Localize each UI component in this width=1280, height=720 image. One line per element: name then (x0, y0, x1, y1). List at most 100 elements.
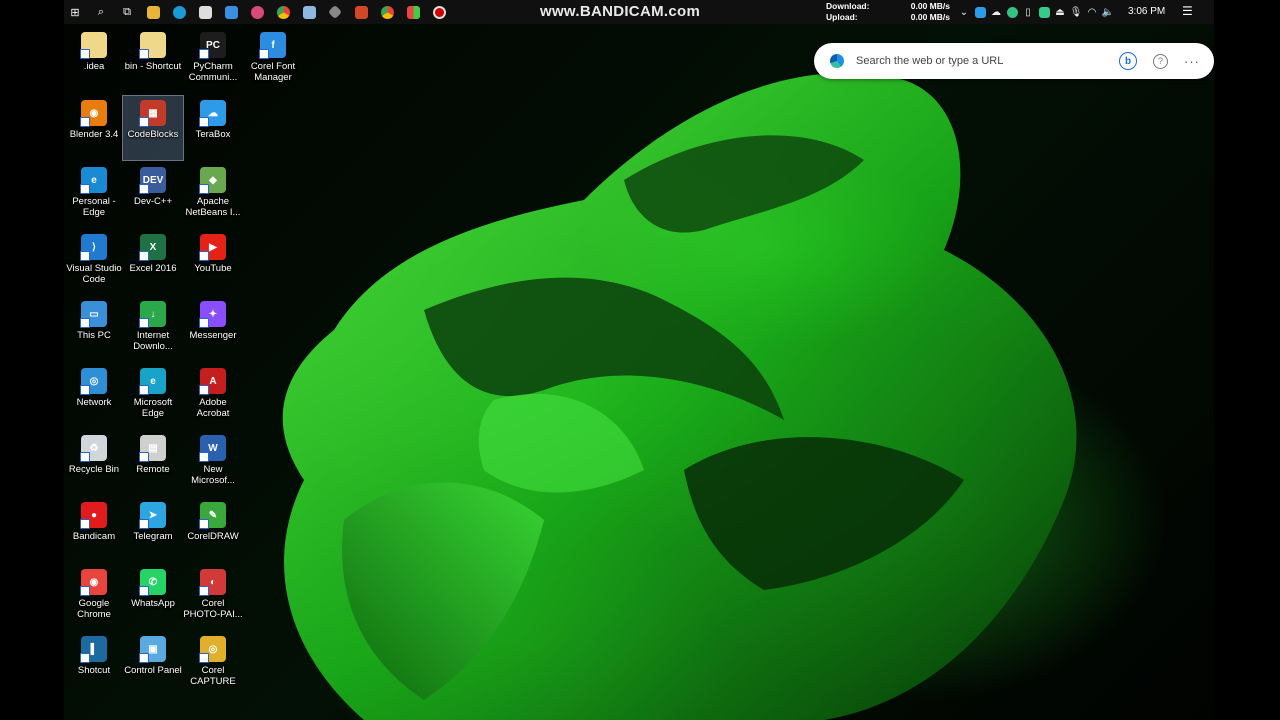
search-placeholder[interactable]: Search the web or type a URL (856, 55, 1119, 67)
desktop-icon-label: Telegram (133, 531, 173, 542)
desktop-icon[interactable]: f Corel Font Manager (243, 28, 303, 92)
desktop-icon[interactable]: bin - Shortcut (123, 28, 183, 92)
app-icon: ▣ (139, 636, 166, 663)
app-icon: ✆ (139, 569, 166, 596)
desktop-icon[interactable]: ▦ CodeBlocks (122, 95, 184, 161)
desktop-icon[interactable]: ⟩ Visual Studio Code (64, 230, 124, 294)
desktop-icon-label: Bandicam (72, 531, 116, 542)
desktop-icon-label: Control Panel (124, 665, 182, 676)
desktop-icon[interactable]: ◉ Google Chrome (64, 565, 124, 629)
desktop-icon-label: Blender 3.4 (69, 129, 119, 140)
cloud-icon[interactable]: ☁ (988, 0, 1004, 24)
app-icon: X (139, 234, 166, 261)
edge-icon[interactable] (168, 0, 190, 24)
file-explorer-icon[interactable] (142, 0, 164, 24)
desktop-icon[interactable]: ● Bandicam (64, 498, 124, 562)
desktop-icon[interactable]: ➤ Telegram (123, 498, 183, 562)
desktop-icon-label: bin - Shortcut (124, 61, 182, 72)
app-icon: ☁ (199, 100, 226, 127)
desktop-icon-label: YouTube (194, 263, 232, 274)
app-icon: ◉ (80, 569, 107, 596)
grid-icon[interactable] (402, 0, 424, 24)
chrome-alt-icon[interactable] (376, 0, 398, 24)
desktop-icon-label: This PC (77, 330, 111, 341)
powerpoint-icon[interactable] (350, 0, 372, 24)
desktop-icon[interactable]: ☁ TeraBox (183, 96, 243, 160)
desktop-icon[interactable]: ✎ CorelDRAW (183, 498, 243, 562)
record-icon[interactable] (428, 0, 450, 24)
desktop-icon[interactable]: ♻ Recycle Bin (64, 431, 124, 495)
desktop-icon-label: Apache NetBeans I... (185, 196, 241, 218)
desktop-icon[interactable]: ↓ Internet Downlo... (123, 297, 183, 361)
desktop-icon-label: Google Chrome (77, 598, 111, 620)
bing-chat-icon[interactable]: b (1119, 52, 1137, 70)
photos-icon[interactable] (298, 0, 320, 24)
app-icon: e (139, 368, 166, 395)
app-icon: f (259, 32, 286, 59)
desktop-icon[interactable]: ✆ WhatsApp (123, 565, 183, 629)
app-icon (139, 32, 166, 59)
desktop-icon[interactable]: PC PyCharm Communi... (183, 28, 243, 92)
system-tray: ⌄ ☁ ▯ ⏏ 🎙 ◠ 🔈 (956, 0, 1116, 24)
phone-icon[interactable]: ▯ (1020, 0, 1036, 24)
windows-start-icon[interactable]: ⊞ (64, 0, 86, 24)
desktop-icon[interactable]: e Personal - Edge (64, 163, 124, 227)
volume-icon[interactable]: 🔈 (1100, 0, 1116, 24)
git-icon[interactable] (324, 0, 346, 24)
chevron-up-icon[interactable]: ⌄ (956, 0, 972, 24)
desktop-icon-label: Excel 2016 (129, 263, 177, 274)
desktop-icon[interactable]: ◉ Blender 3.4 (64, 96, 124, 160)
search-icon[interactable]: ⌕ (90, 0, 112, 24)
desktop-icon-label: Corel CAPTURE (190, 665, 236, 687)
wifi-icon[interactable]: ◠ (1084, 0, 1100, 24)
help-icon[interactable]: ? (1153, 53, 1168, 69)
desktop-icon[interactable]: ◎ Corel CAPTURE (183, 632, 243, 696)
desktop-icon[interactable]: ◐ Corel PHOTO-PAI... (183, 565, 243, 629)
desktop-icon[interactable]: ▶ YouTube (183, 230, 243, 294)
desktop-icon[interactable]: ◆ Apache NetBeans I... (183, 163, 243, 227)
app-icon: ◐ (199, 569, 226, 596)
download-label: Download: (826, 1, 870, 11)
task-view-icon[interactable]: ⧉ (116, 0, 138, 24)
desktop-icon[interactable]: A Adobe Acrobat (183, 364, 243, 428)
usb-icon[interactable]: ⏏ (1052, 0, 1068, 24)
notification-center-icon[interactable]: ☰ (1182, 4, 1193, 18)
tray-app-icon[interactable] (972, 0, 988, 24)
microphone-icon[interactable]: 🎙 (1068, 0, 1084, 24)
desktop-icon-label: Adobe Acrobat (196, 397, 230, 419)
desktop: ⊞ ⌕ ⧉ www.BANDICAM.com Download: 0.00 MB… (64, 0, 1214, 720)
desktop-icon[interactable]: e Microsoft Edge (123, 364, 183, 428)
app-icon: ➤ (139, 502, 166, 529)
desktop-icon-label: Recycle Bin (68, 464, 120, 475)
desktop-icon-label: Personal - Edge (72, 196, 116, 218)
desktop-icon[interactable]: ▣ Control Panel (123, 632, 183, 696)
tray-edge-icon[interactable] (1004, 0, 1020, 24)
desktop-icon[interactable]: ▌ Shotcut (64, 632, 124, 696)
app-icon (80, 32, 107, 59)
app-icon: ✦ (199, 301, 226, 328)
desktop-icon[interactable]: X Excel 2016 (123, 230, 183, 294)
desktop-icon[interactable]: ◎ Network (64, 364, 124, 428)
app-icon: ▭ (80, 301, 107, 328)
store-icon[interactable] (194, 0, 216, 24)
desktop-icon[interactable]: .idea (64, 28, 124, 92)
media-icon[interactable] (246, 0, 268, 24)
taskbar-clock[interactable]: 3:06 PM (1128, 6, 1165, 17)
desktop-icon[interactable]: DEV Dev-C++ (123, 163, 183, 227)
desktop-icon[interactable]: ▭ This PC (64, 297, 124, 361)
network-speed-meter: Download: 0.00 MB/s Upload: 0.00 MB/s (826, 1, 950, 23)
security-icon[interactable] (1036, 0, 1052, 24)
desktop-icon[interactable]: W New Microsof... (183, 431, 243, 495)
more-options-icon[interactable]: ··· (1184, 54, 1200, 69)
taskbar-pinned: ⊞ ⌕ ⧉ (64, 0, 454, 24)
desktop-icon[interactable]: ✦ Messenger (183, 297, 243, 361)
mail-icon[interactable] (220, 0, 242, 24)
desktop-icon-label: CorelDRAW (187, 531, 239, 542)
desktop-icon[interactable]: ▤ Remote (123, 431, 183, 495)
chrome-icon[interactable] (272, 0, 294, 24)
download-value: 0.00 MB/s (910, 1, 950, 11)
app-icon: e (80, 167, 107, 194)
app-icon: ▤ (139, 435, 166, 462)
app-icon: A (199, 368, 226, 395)
web-search-box[interactable]: Search the web or type a URL b ? ··· (814, 43, 1214, 79)
